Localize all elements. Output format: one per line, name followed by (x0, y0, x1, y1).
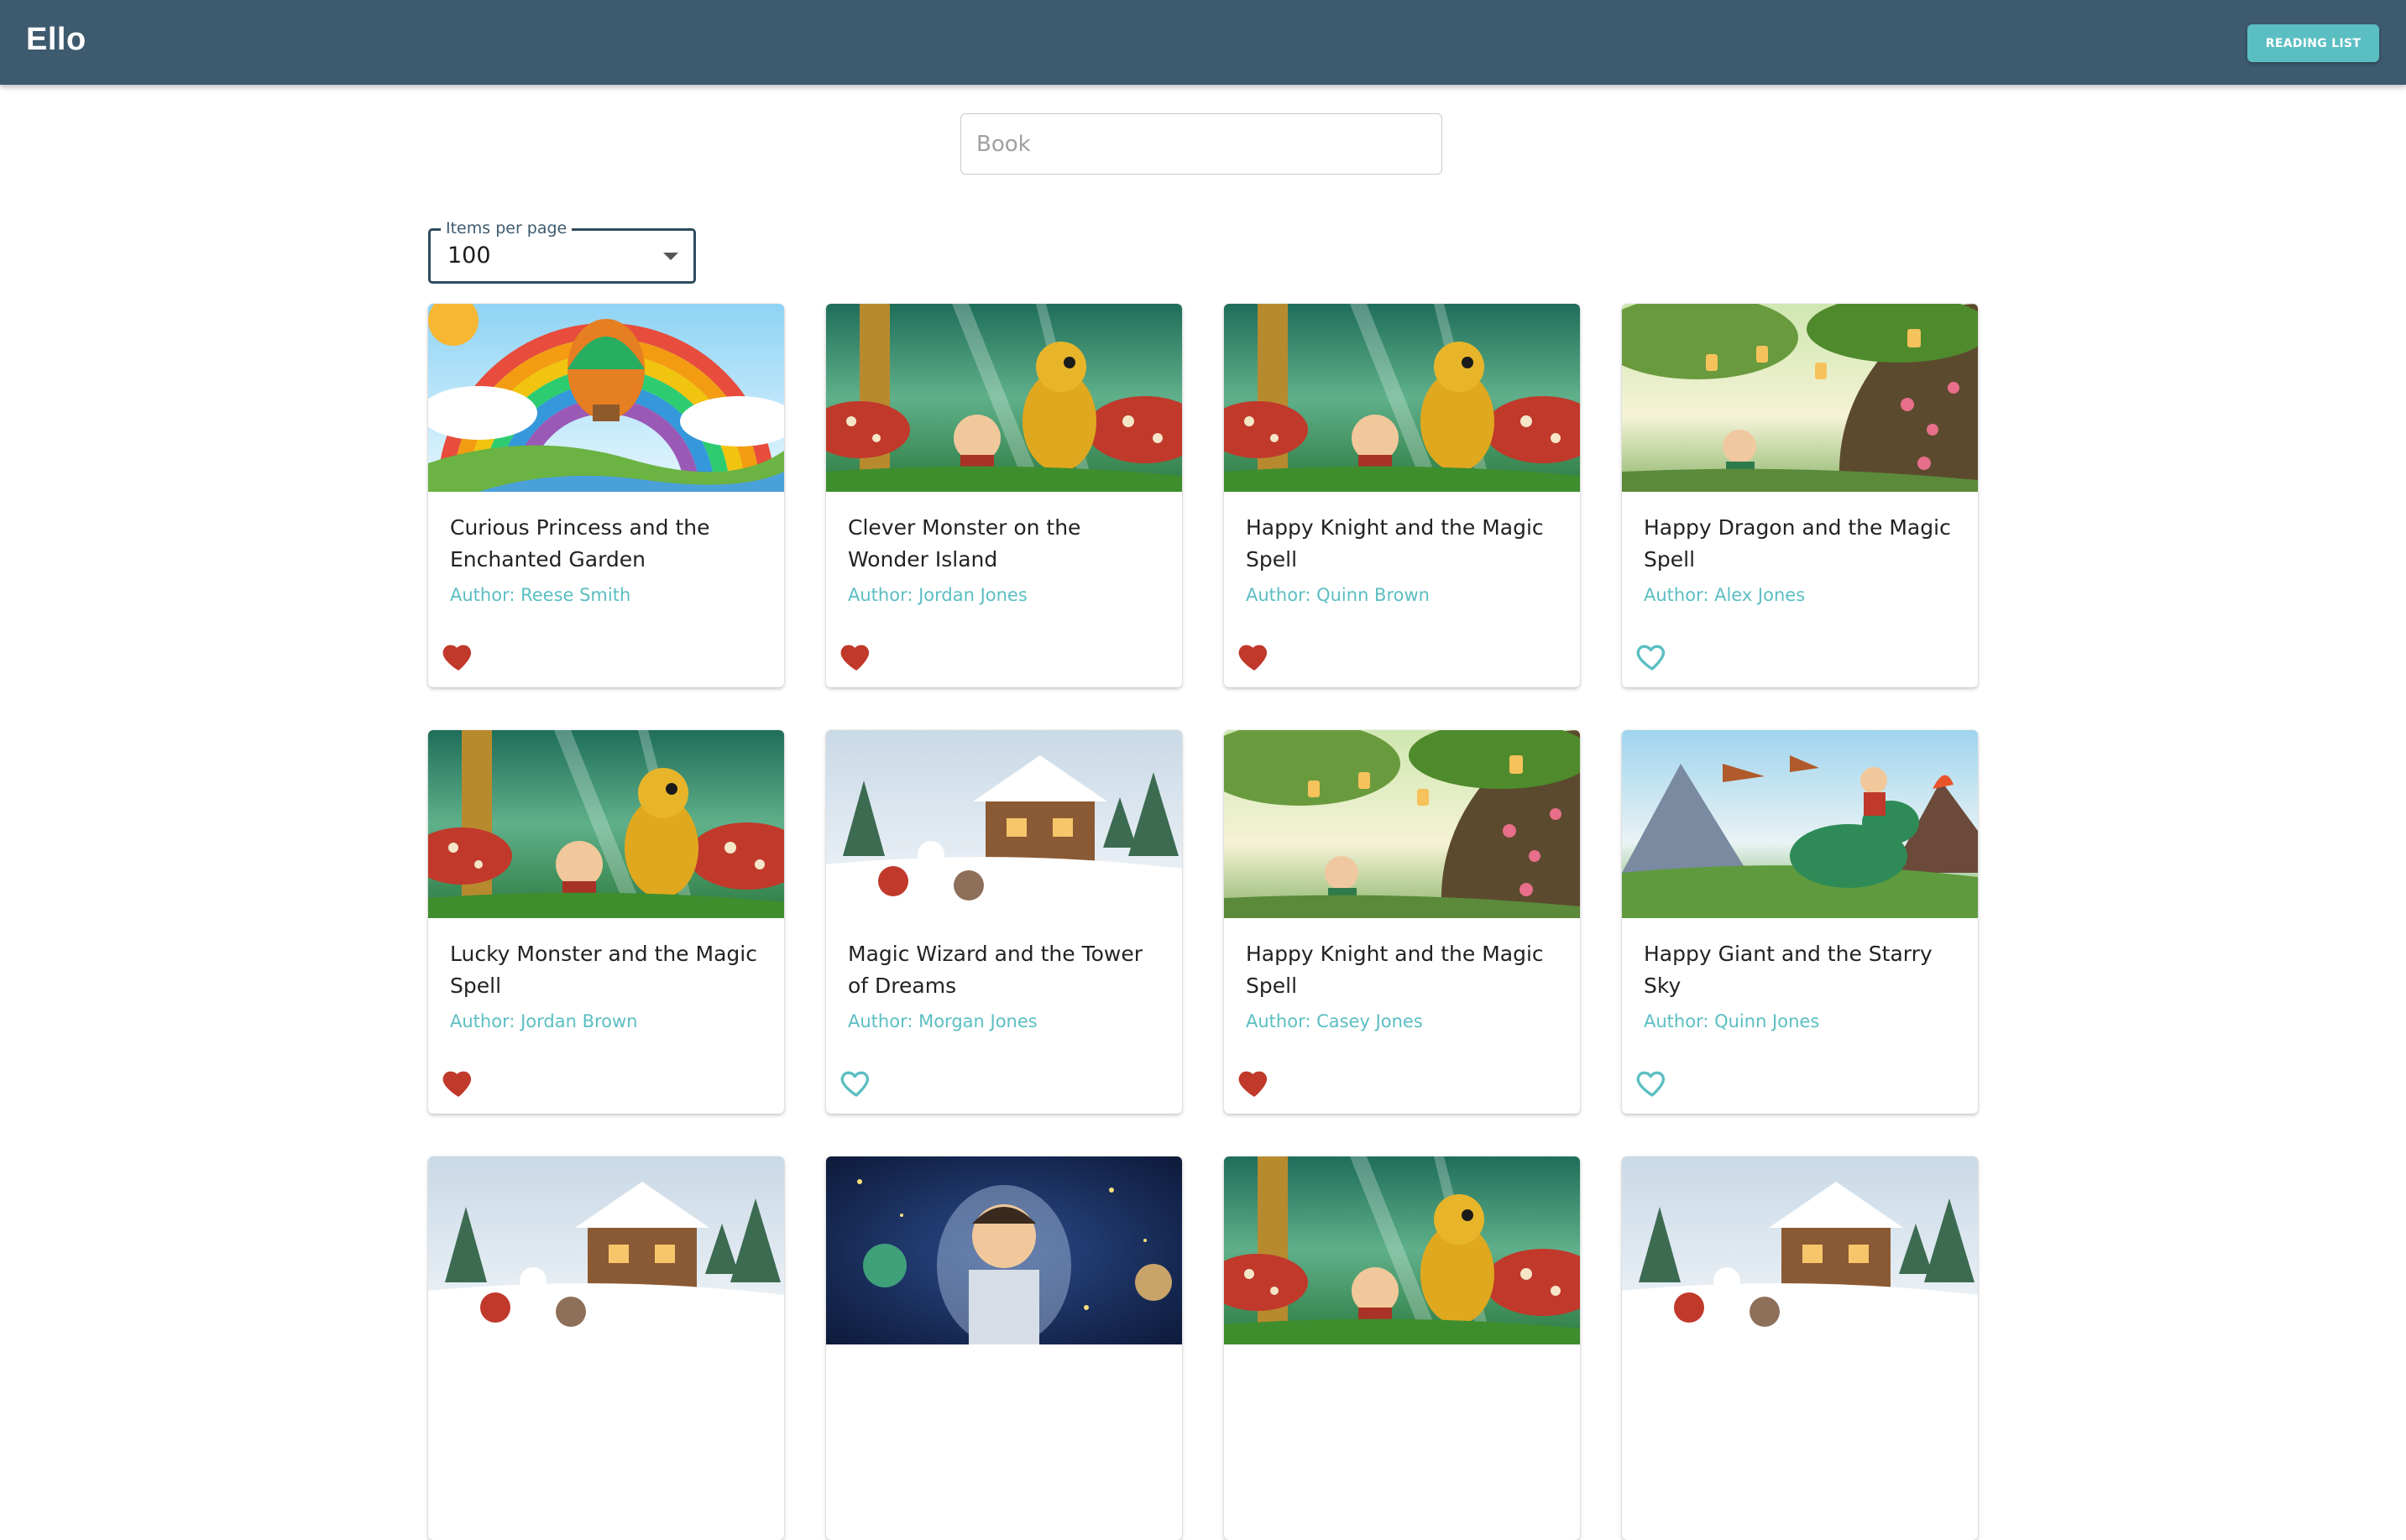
book-author: Author: Casey Jones (1246, 1011, 1423, 1031)
book-search-input[interactable] (960, 113, 1442, 175)
book-title: Clever Monster on the Wonder Island (848, 515, 1081, 572)
book-title: Happy Knight and the Magic Spell (1246, 942, 1544, 998)
book-author: Author: Quinn Brown (1246, 585, 1430, 605)
book-card[interactable]: Clever Monster on the Wonder Island Autho… (826, 304, 1182, 687)
book-cover-image[interactable] (428, 730, 784, 918)
book-card[interactable] (428, 1156, 784, 1540)
app-title[interactable]: Ello (26, 22, 86, 58)
book-card[interactable]: Happy Giant and the Starry Sky Author: Qu… (1622, 730, 1978, 1114)
book-author: Author: Quinn Jones (1644, 1011, 1820, 1031)
heart-filled-icon[interactable] (839, 639, 873, 673)
book-title: Happy Giant and the Starry Sky (1644, 942, 1933, 998)
heart-filled-icon[interactable] (1237, 1066, 1271, 1099)
book-cover-image[interactable] (1224, 1156, 1580, 1344)
items-per-page-value: 100 (447, 243, 491, 269)
book-cover-image[interactable] (1622, 1156, 1978, 1344)
book-cover-image[interactable] (826, 304, 1182, 492)
heart-outline-icon[interactable] (839, 1066, 873, 1099)
book-cover-image[interactable] (428, 1156, 784, 1344)
heart-filled-icon[interactable] (442, 1066, 475, 1099)
book-card[interactable] (1224, 1156, 1580, 1540)
book-card[interactable]: Happy Knight and the Magic Spell Author: … (1224, 304, 1580, 687)
book-title: Magic Wizard and the Tower of Dreams (848, 942, 1143, 998)
heart-filled-icon[interactable] (1237, 639, 1271, 673)
book-cover-image[interactable] (826, 1156, 1182, 1344)
items-per-page-label: Items per page (441, 219, 573, 238)
heart-outline-icon[interactable] (1635, 639, 1669, 673)
book-author: Author: Jordan Brown (450, 1011, 638, 1031)
book-cover-image[interactable] (826, 730, 1182, 918)
heart-outline-icon[interactable] (1635, 1066, 1669, 1099)
book-cover-image[interactable] (1224, 730, 1580, 918)
book-author: Author: Jordan Jones (848, 585, 1028, 605)
caret-down-icon[interactable] (663, 253, 678, 260)
book-title: Lucky Monster and the Magic Spell (450, 942, 757, 998)
book-author: Author: Reese Smith (450, 585, 631, 605)
book-cover-image[interactable] (1622, 730, 1978, 918)
book-cover-image[interactable] (428, 304, 784, 492)
book-card[interactable]: Magic Wizard and the Tower of Dreams Auth… (826, 730, 1182, 1114)
book-cover-image[interactable] (1622, 304, 1978, 492)
book-card[interactable]: Happy Dragon and the Magic Spell Author: … (1622, 304, 1978, 687)
heart-filled-icon[interactable] (442, 639, 475, 673)
book-card[interactable] (1622, 1156, 1978, 1540)
reading-list-button[interactable]: READING LIST (2247, 24, 2379, 62)
items-per-page-select[interactable]: Items per page 100 (428, 219, 696, 284)
book-title: Happy Knight and the Magic Spell (1246, 515, 1544, 572)
book-card[interactable]: Lucky Monster and the Magic Spell Author:… (428, 730, 784, 1114)
book-cover-image[interactable] (1224, 304, 1580, 492)
book-author: Author: Morgan Jones (848, 1011, 1038, 1031)
book-title: Happy Dragon and the Magic Spell (1644, 515, 1951, 572)
book-author: Author: Alex Jones (1644, 585, 1806, 605)
book-card[interactable] (826, 1156, 1182, 1540)
book-title: Curious Princess and the Enchanted Garde… (450, 515, 710, 572)
book-card[interactable]: Curious Princess and the Enchanted Garde… (428, 304, 784, 687)
book-card[interactable]: Happy Knight and the Magic Spell Author: … (1224, 730, 1580, 1114)
app-bar: Ello READING LIST (0, 0, 2406, 85)
